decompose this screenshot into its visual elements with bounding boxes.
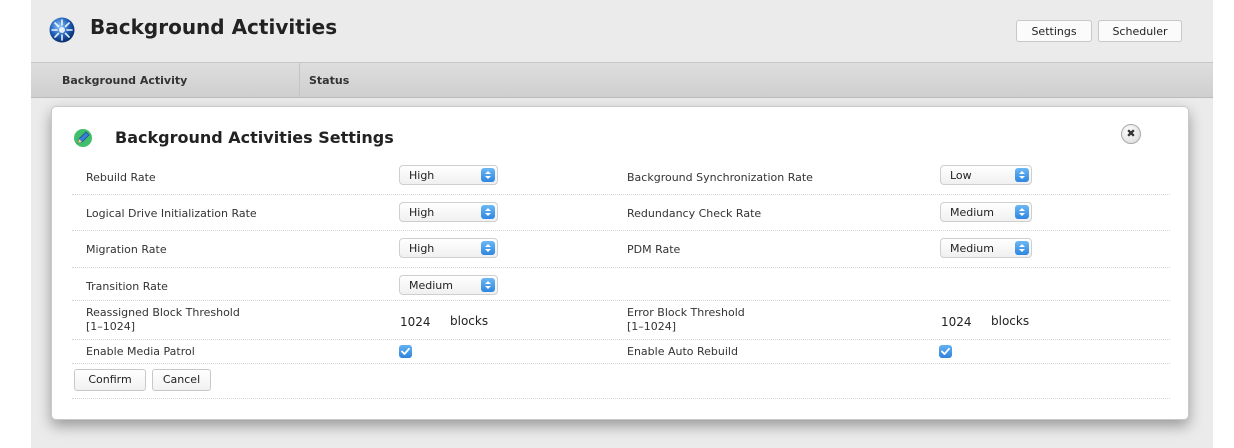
enable-auto-rebuild-label: Enable Auto Rebuild (627, 345, 738, 358)
transition-rate-select[interactable]: Medium (399, 275, 498, 295)
migration-rate-select[interactable]: High (399, 238, 498, 258)
error-block-threshold-label: Error Block Threshold (627, 306, 745, 319)
column-header-status[interactable]: Status (309, 74, 349, 87)
select-arrows-icon (1015, 241, 1029, 255)
row-divider (72, 398, 1170, 400)
close-button[interactable]: ✖ (1121, 124, 1141, 144)
app-header: Background Activities Settings Scheduler (31, 0, 1213, 62)
row-divider (72, 194, 1170, 196)
logical-drive-init-rate-value: High (409, 206, 435, 219)
enable-media-patrol-checkbox[interactable] (399, 345, 412, 358)
reassigned-block-threshold-unit: blocks (450, 314, 489, 328)
redundancy-check-rate-select[interactable]: Medium (940, 202, 1032, 222)
transition-rate-value: Medium (409, 279, 453, 292)
checkmark-icon (941, 347, 950, 355)
reassigned-block-threshold-label: Reassigned Block Threshold (86, 306, 240, 319)
settings-button[interactable]: Settings (1016, 20, 1092, 42)
background-sync-rate-label: Background Synchronization Rate (627, 171, 813, 184)
error-block-threshold-range: [1–1024] (627, 320, 677, 333)
column-divider (299, 63, 300, 97)
transition-rate-label: Transition Rate (86, 280, 168, 293)
error-block-threshold-input[interactable] (937, 311, 983, 333)
pdm-rate-label: PDM Rate (627, 243, 681, 256)
settings-dialog: Background Activities Settings ✖ Rebuild… (51, 106, 1189, 420)
migration-rate-label: Migration Rate (86, 243, 167, 256)
error-block-threshold-unit: blocks (991, 314, 1030, 328)
cancel-button[interactable]: Cancel (152, 369, 211, 391)
scheduler-button[interactable]: Scheduler (1098, 20, 1182, 42)
dialog-title: Background Activities Settings (115, 128, 394, 147)
checkmark-icon (401, 347, 410, 355)
logical-drive-init-rate-select[interactable]: High (399, 202, 498, 222)
rebuild-rate-value: High (409, 169, 435, 182)
row-divider (72, 267, 1170, 269)
row-divider (72, 300, 1170, 302)
migration-rate-value: High (409, 242, 435, 255)
enable-media-patrol-label: Enable Media Patrol (86, 345, 195, 358)
column-header-activity[interactable]: Background Activity (62, 74, 187, 87)
app-logo-icon (49, 17, 75, 43)
select-arrows-icon (481, 168, 495, 182)
select-arrows-icon (481, 278, 495, 292)
pdm-rate-value: Medium (950, 242, 994, 255)
reassigned-block-threshold-input[interactable] (396, 311, 442, 333)
activities-table-header: Background Activity Status (31, 62, 1213, 98)
background-sync-rate-value: Low (950, 169, 972, 182)
redundancy-check-rate-value: Medium (950, 206, 994, 219)
enable-auto-rebuild-checkbox[interactable] (939, 345, 952, 358)
rebuild-rate-label: Rebuild Rate (86, 171, 156, 184)
close-icon: ✖ (1126, 127, 1136, 140)
row-divider (72, 339, 1170, 341)
select-arrows-icon (481, 241, 495, 255)
page-title: Background Activities (90, 15, 338, 39)
row-divider (72, 363, 1170, 365)
select-arrows-icon (1015, 168, 1029, 182)
confirm-button[interactable]: Confirm (74, 369, 146, 391)
redundancy-check-rate-label: Redundancy Check Rate (627, 207, 762, 220)
settings-pencil-icon (73, 128, 93, 148)
row-divider (72, 230, 1170, 232)
logical-drive-init-rate-label: Logical Drive Initialization Rate (86, 207, 257, 220)
pdm-rate-select[interactable]: Medium (940, 238, 1032, 258)
reassigned-block-threshold-range: [1–1024] (86, 320, 136, 333)
select-arrows-icon (481, 205, 495, 219)
background-sync-rate-select[interactable]: Low (940, 165, 1032, 185)
select-arrows-icon (1015, 205, 1029, 219)
rebuild-rate-select[interactable]: High (399, 165, 498, 185)
